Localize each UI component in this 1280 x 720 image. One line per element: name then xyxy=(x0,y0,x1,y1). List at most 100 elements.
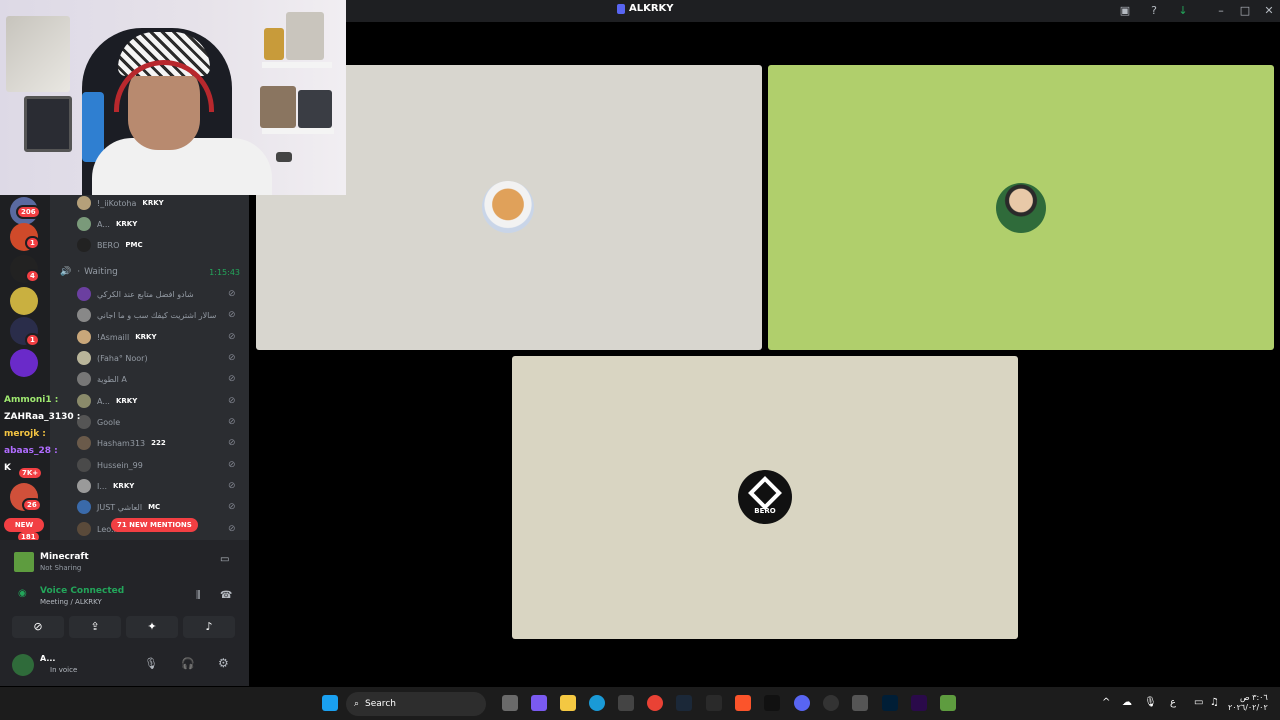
user-avatar xyxy=(77,372,91,386)
voice-channel-name[interactable]: Meeting / ALKRKY xyxy=(40,598,102,606)
voice-user[interactable]: شادو افضل متابع عند الكركي xyxy=(77,284,194,304)
help-icon[interactable]: ? xyxy=(1147,4,1161,18)
user-tag: 222 xyxy=(151,439,166,447)
premiere-icon[interactable] xyxy=(911,695,927,711)
disconnect-icon[interactable]: ☎ xyxy=(220,590,232,601)
screen-share-icon[interactable]: ▣ xyxy=(1118,4,1132,18)
badge: 1 xyxy=(25,236,40,250)
voice-user[interactable]: Hasham313 222 xyxy=(77,433,166,453)
user-tag: KRKY xyxy=(142,199,164,207)
activities-button[interactable]: ✦ xyxy=(126,616,178,638)
camera-off-button[interactable]: ⊘ xyxy=(12,616,64,638)
user-name: !_iiKotoha xyxy=(97,198,137,208)
stream-game-icon[interactable]: ▭ xyxy=(220,554,229,565)
new-badge[interactable]: NEW xyxy=(4,518,44,532)
search-box[interactable]: ⌕ Search xyxy=(346,692,486,716)
user-tag: KRKY xyxy=(113,482,135,490)
edge-icon[interactable] xyxy=(589,695,605,711)
voice-channel-members: !_iiKotoha KRKY A... KRKY BERO PMC 🔊 · W… xyxy=(50,195,249,540)
voice-status-text: Voice Connected xyxy=(40,586,125,596)
user-status: In voice xyxy=(50,666,78,674)
tray-chevron-icon[interactable]: ^ xyxy=(1102,697,1110,708)
chat-username: abaas_28 : xyxy=(4,446,58,456)
voice-user[interactable]: JUST العاشي MC xyxy=(77,497,160,517)
windows-start-icon[interactable] xyxy=(322,695,338,711)
deafened-icon: ⊘ xyxy=(228,289,236,299)
store-icon[interactable] xyxy=(618,695,634,711)
voice-user[interactable]: سالار اشتريت كيفك سب و ما اجاني xyxy=(77,305,216,325)
steam-icon[interactable] xyxy=(676,695,692,711)
voice-user[interactable]: Goole xyxy=(77,412,120,432)
soundboard-button[interactable]: ♪ xyxy=(183,616,235,638)
user-tag: KRKY xyxy=(135,333,157,341)
user-panel: Minecraft Not Sharing ▭ ◉ Voice Connecte… xyxy=(0,540,249,686)
maximize-icon[interactable]: □ xyxy=(1238,4,1252,18)
voice-user[interactable]: BERO PMC xyxy=(77,235,143,255)
signal-icon[interactable]: ◉ xyxy=(18,588,27,599)
shelf-item xyxy=(260,86,296,128)
headphones-icon[interactable]: 🎧 xyxy=(181,657,195,670)
voice-user[interactable]: !Asmaill KRKY xyxy=(77,327,157,347)
user-avatar[interactable] xyxy=(12,654,34,676)
gear-icon[interactable]: ⚙ xyxy=(218,656,229,670)
voice-user[interactable]: !_iiKotoha KRKY xyxy=(77,195,164,213)
discord-icon[interactable] xyxy=(794,695,810,711)
user-name: (Faha° Noor) xyxy=(97,353,148,363)
minimize-icon[interactable]: – xyxy=(1214,4,1228,18)
close-icon[interactable]: ✕ xyxy=(1262,4,1276,18)
language-indicator[interactable]: ع xyxy=(1170,697,1176,708)
voice-user[interactable]: (Faha° Noor) xyxy=(77,348,148,368)
server-icon[interactable] xyxy=(10,287,38,315)
chat-username: K xyxy=(4,463,11,473)
app-icon[interactable] xyxy=(852,695,868,711)
volume-icon[interactable]: ♫ xyxy=(1210,697,1219,708)
deafened-icon: ⊘ xyxy=(228,396,236,406)
new-mentions-button[interactable]: 71 NEW MENTIONS xyxy=(111,518,198,532)
download-icon[interactable]: ↓ xyxy=(1176,4,1190,18)
deafened-icon: ⊘ xyxy=(228,374,236,384)
user-tag: KRKY xyxy=(115,220,138,228)
app-logo-icon xyxy=(617,3,625,14)
user-name: Hussein_99 xyxy=(97,460,143,470)
clock[interactable]: ٣:٠٦ ص ٢٠٢٦/٠٢/٠٢ xyxy=(1228,693,1268,713)
photoshop-icon[interactable] xyxy=(882,695,898,711)
silver-play-button-plaque xyxy=(6,16,70,92)
user-name: شادو افضل متابع عند الكركي xyxy=(97,289,194,299)
voice-channel-waiting[interactable]: 🔊 · Waiting 1:15:43 xyxy=(60,264,240,280)
server-list: 206 1 4 1 7K+ 26 181 xyxy=(0,195,50,544)
badge: 206 xyxy=(16,205,41,219)
user-name: الطوية A xyxy=(97,374,127,384)
voice-user[interactable]: I... KRKY xyxy=(77,476,134,496)
voice-user[interactable]: A... KRKY xyxy=(77,214,137,234)
microphone-icon[interactable]: 🎙 xyxy=(144,657,158,670)
search-placeholder: Search xyxy=(365,699,396,709)
participant-tile-2[interactable] xyxy=(768,65,1274,350)
chrome-icon[interactable] xyxy=(647,695,663,711)
voice-user[interactable]: Hussein_99 xyxy=(77,455,143,475)
display-icon[interactable]: ▭ xyxy=(1194,697,1203,708)
capcut-icon[interactable] xyxy=(764,695,780,711)
task-view-icon[interactable] xyxy=(502,695,518,711)
participant-tile-3[interactable]: BERO xyxy=(512,356,1018,639)
chat-username: ZAHRaa_3130 : xyxy=(4,412,81,422)
minecraft-taskbar-icon[interactable] xyxy=(940,695,956,711)
settings-app-icon[interactable] xyxy=(706,695,722,711)
user-avatar xyxy=(77,436,91,450)
obs-icon[interactable] xyxy=(823,695,839,711)
copilot-icon[interactable] xyxy=(531,695,547,711)
shelf-plaque xyxy=(286,12,324,60)
minecraft-icon xyxy=(14,552,34,572)
noise-suppression-icon[interactable]: ⫼ xyxy=(196,590,201,601)
server-icon[interactable] xyxy=(10,349,38,377)
voice-user[interactable]: A... KRKY xyxy=(77,391,137,411)
voice-user[interactable]: الطوية A xyxy=(77,369,127,389)
tray-mic-icon[interactable]: 🎙 xyxy=(1144,697,1157,708)
screen-share-button[interactable]: ⇪ xyxy=(69,616,121,638)
participant-avatar xyxy=(482,181,534,233)
user-name: سالار اشتريت كيفك سب و ما اجاني xyxy=(97,310,217,320)
user-avatar xyxy=(77,238,91,252)
file-explorer-icon[interactable] xyxy=(560,695,576,711)
brave-icon[interactable] xyxy=(735,695,751,711)
cloud-icon[interactable]: ☁ xyxy=(1122,697,1132,708)
channel-name: Waiting xyxy=(84,267,118,277)
